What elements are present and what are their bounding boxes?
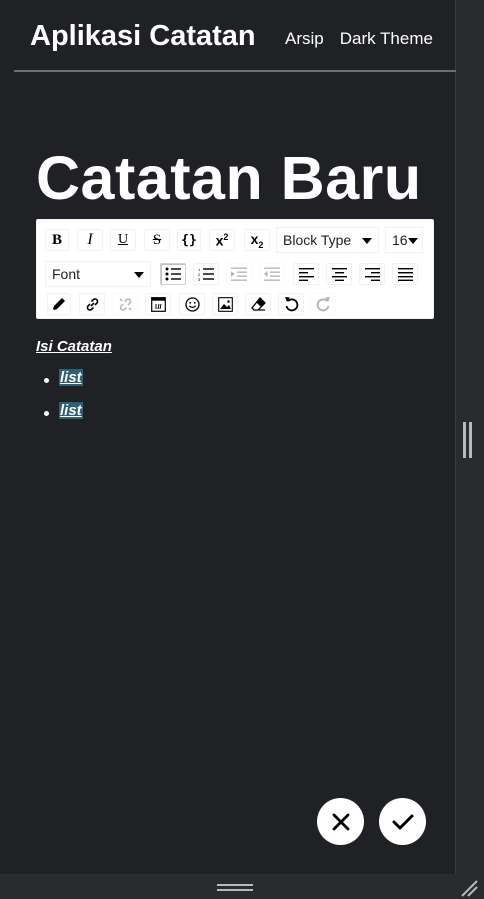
- list-item-text: list: [59, 369, 83, 386]
- font-family-select[interactable]: Font: [45, 261, 151, 287]
- align-left-icon: [298, 267, 314, 281]
- image-icon: [217, 296, 233, 312]
- ordered-list-button[interactable]: 123: [193, 263, 219, 285]
- align-center-button[interactable]: [326, 263, 352, 285]
- indent-icon: [231, 267, 247, 281]
- block-type-select[interactable]: Block Type: [276, 227, 379, 253]
- link-icon: [86, 297, 98, 311]
- outdent-icon: [264, 267, 280, 281]
- redo-button[interactable]: [310, 293, 336, 315]
- eraser-button[interactable]: [245, 293, 271, 315]
- bold-icon: B: [51, 231, 62, 248]
- emoji-button[interactable]: [179, 293, 205, 315]
- list-item-text: list: [59, 402, 83, 419]
- save-button[interactable]: [379, 798, 426, 845]
- font-size-label: 16: [392, 232, 408, 248]
- align-justify-icon: [397, 267, 413, 281]
- strikethrough-icon: S: [152, 231, 162, 248]
- undo-icon: [284, 297, 298, 312]
- chevron-down-icon: [134, 272, 144, 278]
- align-left-button[interactable]: [293, 263, 319, 285]
- svg-text:3: 3: [198, 277, 201, 281]
- app-brand[interactable]: Aplikasi Catatan: [30, 20, 256, 53]
- app-container: [14, 0, 456, 874]
- editor-toolbar: B I U S {} x2 x2 Block Type 16 Font 123: [36, 219, 434, 319]
- superscript-icon: x2: [215, 231, 229, 249]
- emoji-icon: [184, 296, 200, 312]
- subscript-button[interactable]: x2: [244, 229, 270, 251]
- app-header: Aplikasi Catatan Arsip Dark Theme: [14, 0, 456, 72]
- unordered-list-button[interactable]: [160, 263, 186, 285]
- indent-button[interactable]: [226, 263, 252, 285]
- unordered-list-icon: [165, 267, 181, 281]
- italic-button[interactable]: I: [77, 229, 103, 251]
- list-item: list: [36, 369, 434, 402]
- font-family-label: Font: [52, 266, 81, 282]
- italic-icon: I: [87, 231, 93, 248]
- redo-icon: [316, 297, 330, 312]
- chevron-down-icon: [362, 238, 372, 244]
- nav-link-arsip[interactable]: Arsip: [285, 29, 324, 49]
- cancel-button[interactable]: [317, 798, 364, 845]
- main-nav: Arsip Dark Theme: [285, 29, 433, 49]
- ordered-list-icon: 123: [198, 267, 214, 281]
- bold-button[interactable]: B: [45, 229, 69, 251]
- embed-icon: [150, 296, 166, 312]
- eraser-icon: [250, 297, 266, 311]
- underline-icon: U: [117, 232, 129, 247]
- splitter-handle[interactable]: [463, 422, 473, 458]
- left-gutter: [0, 0, 14, 874]
- align-center-icon: [331, 267, 347, 281]
- nav-link-theme-toggle[interactable]: Dark Theme: [340, 29, 433, 49]
- check-icon: [392, 814, 413, 829]
- align-justify-button[interactable]: [392, 263, 418, 285]
- subscript-icon: x2: [250, 230, 264, 250]
- superscript-button[interactable]: x2: [209, 229, 235, 251]
- align-right-icon: [364, 267, 380, 281]
- embed-button[interactable]: [145, 293, 171, 315]
- strikethrough-button[interactable]: S: [144, 229, 170, 251]
- close-icon: [332, 813, 349, 830]
- link-button[interactable]: [79, 293, 105, 315]
- bottom-splitter-handle[interactable]: [217, 884, 253, 892]
- font-size-select[interactable]: 16: [385, 227, 423, 253]
- unlink-icon: [119, 297, 131, 311]
- code-icon: {}: [181, 232, 197, 248]
- color-picker-icon: [53, 298, 65, 310]
- page-title: Catatan Baru: [36, 144, 422, 212]
- resize-grip-icon[interactable]: [460, 879, 478, 897]
- unlink-button[interactable]: [112, 293, 138, 315]
- image-button[interactable]: [212, 293, 238, 315]
- note-editor[interactable]: Isi Catatan list list: [36, 338, 434, 435]
- list-item: list: [36, 402, 434, 435]
- chevron-down-icon: [408, 238, 418, 244]
- block-type-label: Block Type: [283, 232, 352, 248]
- color-picker-button[interactable]: [47, 293, 71, 315]
- outdent-button[interactable]: [259, 263, 285, 285]
- undo-button[interactable]: [278, 293, 304, 315]
- note-bullet-list: list list: [36, 369, 434, 435]
- monospace-button[interactable]: {}: [177, 229, 201, 251]
- underline-button[interactable]: U: [110, 229, 136, 251]
- align-right-button[interactable]: [359, 263, 385, 285]
- note-paragraph: Isi Catatan: [36, 338, 112, 355]
